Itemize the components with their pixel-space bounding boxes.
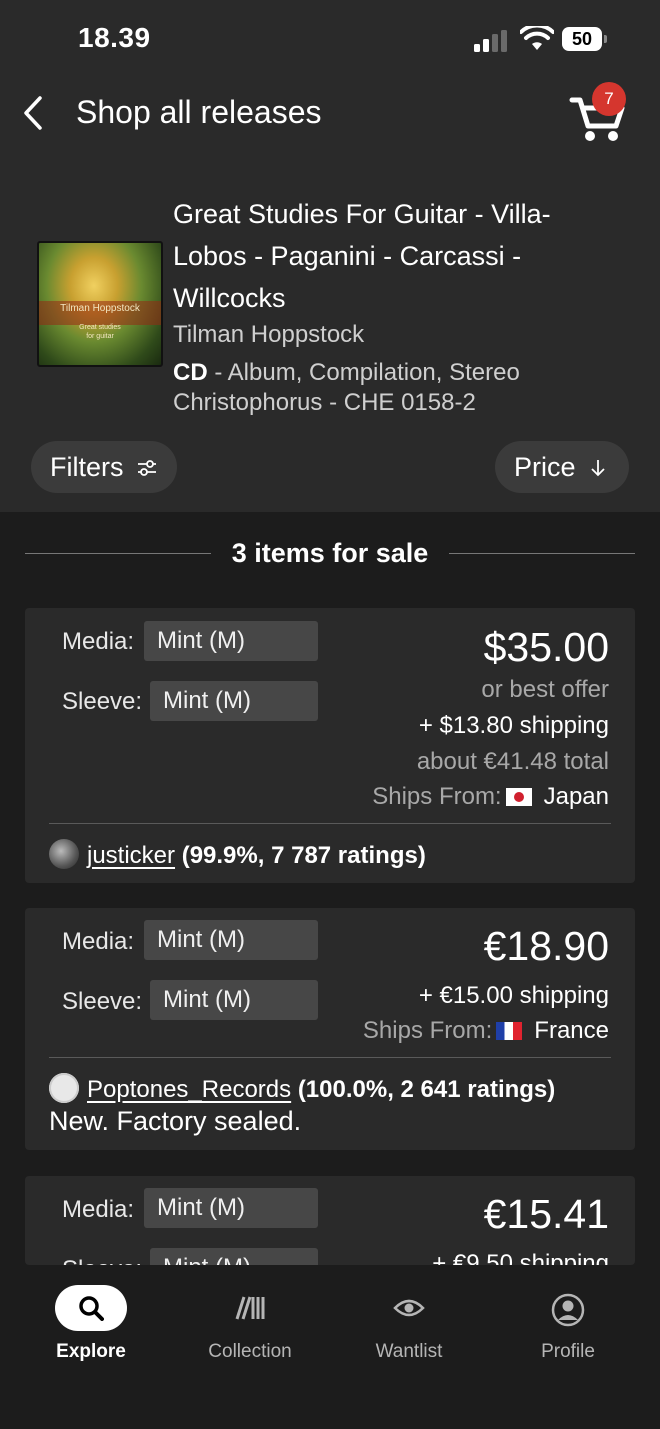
sort-label: Price xyxy=(514,452,576,482)
media-label: Media: xyxy=(62,628,135,655)
media-grade: Mint (M) xyxy=(144,1188,318,1228)
bottom-tab-bar: Explore Collection Wantlist Profile xyxy=(0,1265,660,1429)
sort-price-button[interactable]: Price xyxy=(495,441,629,493)
cellular-signal-icon xyxy=(474,30,507,52)
seller-avatar[interactable] xyxy=(49,1073,79,1103)
seller-link[interactable]: justicker xyxy=(87,842,175,869)
tab-label: Wantlist xyxy=(375,1341,443,1362)
ships-from: Ships From: Japan xyxy=(372,783,609,810)
ships-from-country: Japan xyxy=(543,783,609,810)
tab-explore[interactable]: Explore xyxy=(26,1285,156,1363)
tab-label: Explore xyxy=(56,1341,126,1362)
best-offer-text: or best offer xyxy=(481,676,609,703)
seller-rating: (99.9%, 7 787 ratings) xyxy=(181,842,426,869)
wifi-icon xyxy=(520,26,554,50)
arrow-down-icon xyxy=(591,460,605,477)
listing-price: €18.90 xyxy=(483,923,609,969)
listing-count-divider: 3 items for sale xyxy=(25,536,635,572)
france-flag-icon xyxy=(496,1022,523,1040)
tab-label: Collection xyxy=(208,1341,292,1362)
tab-profile[interactable]: Profile xyxy=(503,1285,633,1363)
sleeve-label: Sleeve: xyxy=(62,688,143,715)
shipping-cost: + €15.00 shipping xyxy=(418,982,609,1009)
page-title: Shop all releases xyxy=(76,94,322,130)
battery-level: 50 xyxy=(562,27,602,51)
back-chevron-icon[interactable] xyxy=(18,94,52,132)
eye-icon xyxy=(393,1299,425,1317)
listing-price: €15.41 xyxy=(483,1191,609,1237)
sliders-icon xyxy=(138,460,156,476)
sleeve-grade: Mint (M) xyxy=(150,980,318,1020)
seller-info: justicker (99.9%, 7 787 ratings) xyxy=(49,839,426,870)
album-cover-image[interactable]: Tilman Hoppstock Great studies for guita… xyxy=(37,241,163,367)
listing-count: 3 items for sale xyxy=(231,538,429,568)
media-grade: Mint (M) xyxy=(144,920,318,960)
seller-link[interactable]: Poptones_Records xyxy=(87,1076,291,1103)
profile-icon xyxy=(551,1293,585,1327)
listing-comment: New. Factory sealed. xyxy=(49,1106,302,1136)
media-grade: Mint (M) xyxy=(144,621,318,661)
ships-from: Ships From: France xyxy=(362,1017,609,1044)
cover-subtitle: Great studies for guitar xyxy=(79,324,121,340)
filters-button[interactable]: Filters xyxy=(31,441,177,493)
cover-artist-text: Tilman Hoppstock xyxy=(60,303,140,314)
listing-card[interactable]: Media: Mint (M) Sleeve: Mint (M) €18.90 … xyxy=(25,908,635,1150)
release-format: CD - Album, Compilation, Stereo xyxy=(173,359,520,386)
seller-info: Poptones_Records (100.0%, 2 641 ratings) xyxy=(49,1073,555,1104)
listing-card[interactable]: Media: Mint (M) Sleeve: Mint (M) €15.41 … xyxy=(25,1176,635,1265)
sleeve-label: Sleeve: xyxy=(62,1256,142,1265)
battery-icon: 50 xyxy=(562,27,610,51)
shipping-cost: + $13.80 shipping xyxy=(418,712,609,739)
release-artist[interactable]: Tilman Hoppstock xyxy=(173,321,364,349)
media-label: Media: xyxy=(62,928,135,955)
shipping-cost: + €9.50 shipping xyxy=(432,1250,609,1265)
ships-from-country: France xyxy=(534,1017,609,1044)
listing-card[interactable]: Media: Mint (M) Sleeve: Mint (M) $35.00 … xyxy=(25,608,635,883)
release-header: Shop all releases 7 Tilman Hoppstock Gre… xyxy=(0,80,660,512)
listing-price: $35.00 xyxy=(483,624,609,670)
search-icon xyxy=(79,1296,104,1321)
tab-label: Profile xyxy=(541,1341,595,1362)
japan-flag-icon xyxy=(505,788,532,806)
total-price: about €41.48 total xyxy=(416,748,609,775)
collection-icon xyxy=(235,1296,265,1320)
release-title[interactable]: Great Studies For Guitar - Villa-Lobos -… xyxy=(173,193,613,319)
tab-wantlist[interactable]: Wantlist xyxy=(344,1285,474,1363)
sleeve-grade: Mint (M) xyxy=(150,1248,318,1265)
seller-avatar[interactable] xyxy=(49,839,79,869)
status-bar: 18.39 50 xyxy=(0,0,660,80)
sleeve-grade: Mint (M) xyxy=(150,681,318,721)
release-label[interactable]: Christophorus - CHE 0158-2 xyxy=(173,389,476,417)
status-time: 18.39 xyxy=(78,22,151,53)
media-label: Media: xyxy=(62,1196,135,1223)
cart-count-badge: 7 xyxy=(592,82,626,116)
tab-collection[interactable]: Collection xyxy=(185,1285,315,1363)
seller-rating: (100.0%, 2 641 ratings) xyxy=(297,1076,556,1103)
filters-label: Filters xyxy=(50,452,124,482)
sleeve-label: Sleeve: xyxy=(62,988,143,1015)
